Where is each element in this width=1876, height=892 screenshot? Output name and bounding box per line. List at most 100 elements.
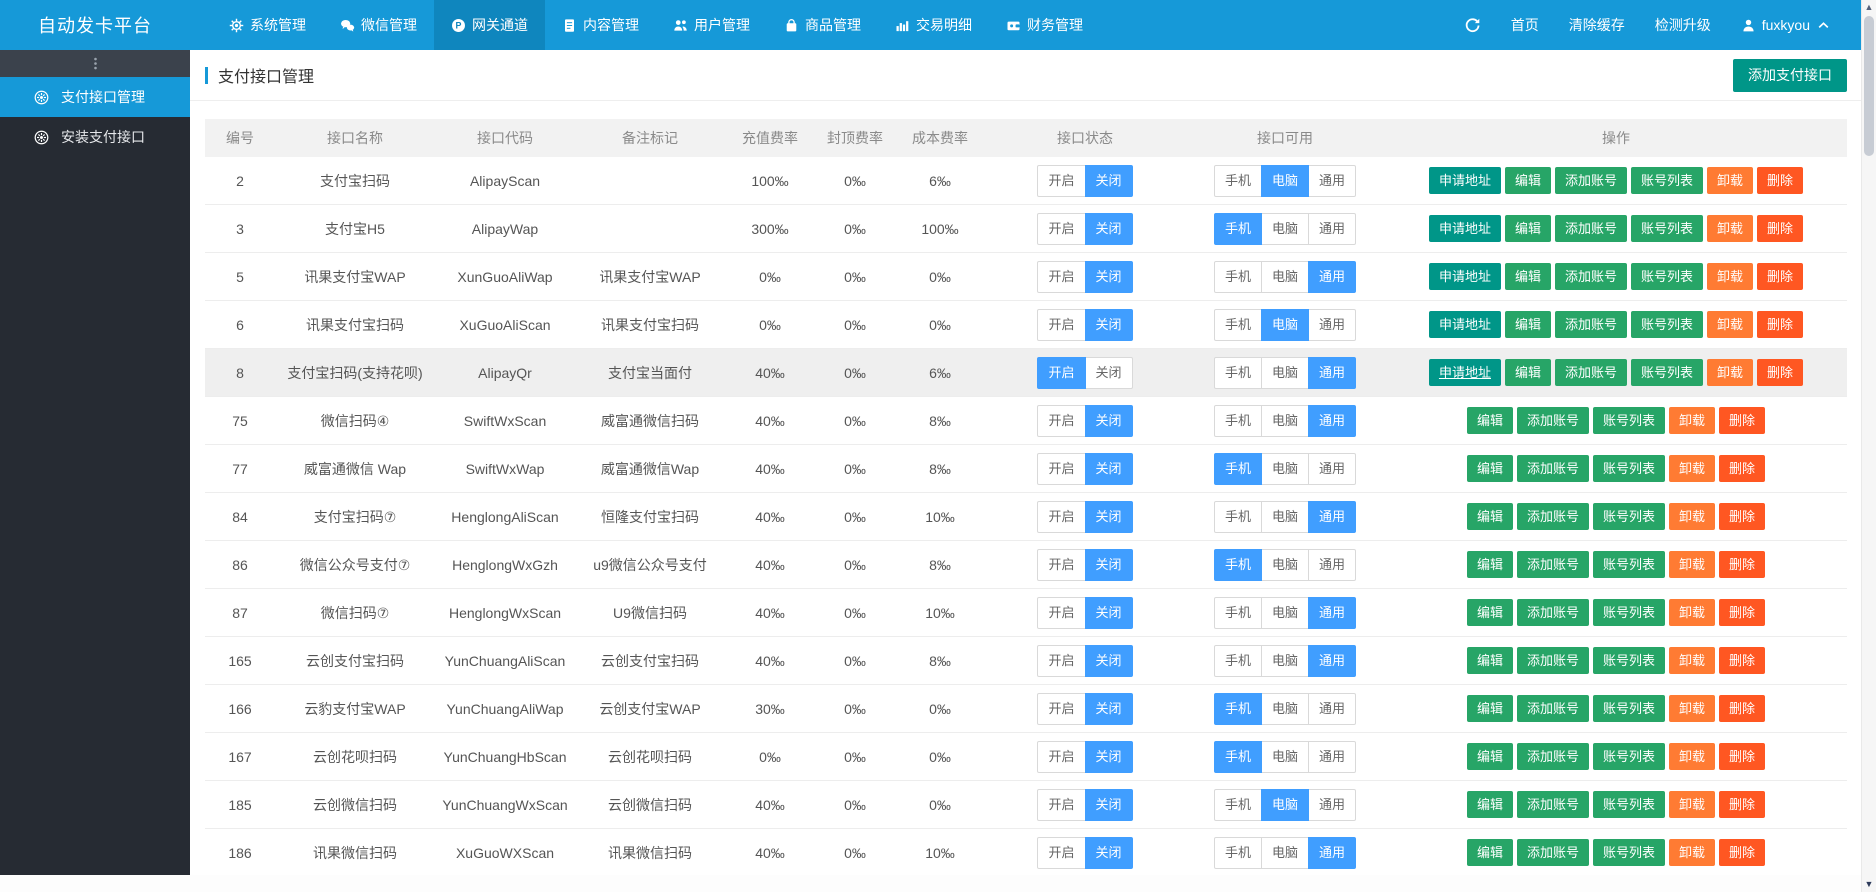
sidebar-item-payment-api-management[interactable]: 支付接口管理 xyxy=(0,77,190,117)
delete-button[interactable]: 删除 xyxy=(1719,551,1766,578)
account-list-button[interactable]: 账号列表 xyxy=(1631,311,1704,338)
status-on-button[interactable]: 开启 xyxy=(1037,404,1086,437)
nav-item-gateway-channel[interactable]: P 网关通道 xyxy=(434,0,545,50)
available-pc-button[interactable]: 电脑 xyxy=(1260,500,1309,533)
nav-item-goods-management[interactable]: 商品管理 xyxy=(767,0,878,50)
available-pc-button[interactable]: 电脑 xyxy=(1260,164,1309,197)
available-pc-button[interactable]: 电脑 xyxy=(1260,644,1309,677)
add-account-button[interactable]: 添加账号 xyxy=(1554,167,1627,194)
nav-item-finance-management[interactable]: 财务管理 xyxy=(989,0,1100,50)
edit-button[interactable]: 编辑 xyxy=(1466,455,1513,482)
edit-button[interactable]: 编辑 xyxy=(1466,551,1513,578)
status-off-button[interactable]: 关闭 xyxy=(1084,260,1133,293)
available-phone-button[interactable]: 手机 xyxy=(1213,308,1262,341)
add-account-button[interactable]: 添加账号 xyxy=(1516,743,1589,770)
delete-button[interactable]: 删除 xyxy=(1719,455,1766,482)
available-all-button[interactable]: 通用 xyxy=(1308,452,1357,485)
available-pc-button[interactable]: 电脑 xyxy=(1260,788,1309,821)
available-all-button[interactable]: 通用 xyxy=(1308,836,1357,869)
status-off-button[interactable]: 关闭 xyxy=(1084,692,1133,725)
delete-button[interactable]: 删除 xyxy=(1757,359,1804,386)
uninstall-button[interactable]: 卸载 xyxy=(1669,599,1716,626)
status-on-button[interactable]: 开启 xyxy=(1037,596,1086,629)
available-pc-button[interactable]: 电脑 xyxy=(1260,260,1309,293)
sidebar-item-install-payment-api[interactable]: 安装支付接口 xyxy=(0,117,190,157)
delete-button[interactable]: 删除 xyxy=(1719,743,1766,770)
add-account-button[interactable]: 添加账号 xyxy=(1516,551,1589,578)
add-account-button[interactable]: 添加账号 xyxy=(1554,359,1627,386)
add-payment-api-button[interactable]: 添加支付接口 xyxy=(1733,58,1847,92)
add-account-button[interactable]: 添加账号 xyxy=(1516,839,1589,866)
available-pc-button[interactable]: 电脑 xyxy=(1260,740,1309,773)
delete-button[interactable]: 删除 xyxy=(1719,839,1766,866)
status-on-button[interactable]: 开启 xyxy=(1037,308,1086,341)
available-pc-button[interactable]: 电脑 xyxy=(1260,308,1309,341)
status-on-button[interactable]: 开启 xyxy=(1037,548,1086,581)
status-off-button[interactable]: 关闭 xyxy=(1084,548,1133,581)
available-all-button[interactable]: 通用 xyxy=(1308,404,1357,437)
status-off-button[interactable]: 关闭 xyxy=(1084,644,1133,677)
nav-link-clear-cache[interactable]: 清除缓存 xyxy=(1554,0,1640,50)
status-off-button[interactable]: 关闭 xyxy=(1084,356,1133,389)
sidebar-collapse[interactable] xyxy=(0,50,190,77)
edit-button[interactable]: 编辑 xyxy=(1466,647,1513,674)
available-all-button[interactable]: 通用 xyxy=(1308,740,1357,773)
add-account-button[interactable]: 添加账号 xyxy=(1554,263,1627,290)
status-on-button[interactable]: 开启 xyxy=(1037,836,1086,869)
available-phone-button[interactable]: 手机 xyxy=(1213,260,1262,293)
apply-button[interactable]: 申请地址 xyxy=(1428,311,1501,338)
status-on-button[interactable]: 开启 xyxy=(1037,260,1086,293)
edit-button[interactable]: 编辑 xyxy=(1504,311,1551,338)
status-on-button[interactable]: 开启 xyxy=(1037,356,1086,389)
uninstall-button[interactable]: 卸载 xyxy=(1707,359,1754,386)
account-list-button[interactable]: 账号列表 xyxy=(1631,263,1704,290)
nav-item-trade-detail[interactable]: 交易明细 xyxy=(878,0,989,50)
edit-button[interactable]: 编辑 xyxy=(1504,263,1551,290)
add-account-button[interactable]: 添加账号 xyxy=(1516,647,1589,674)
status-off-button[interactable]: 关闭 xyxy=(1084,404,1133,437)
available-all-button[interactable]: 通用 xyxy=(1308,260,1357,293)
apply-button[interactable]: 申请地址 xyxy=(1428,215,1501,242)
uninstall-button[interactable]: 卸载 xyxy=(1669,695,1716,722)
add-account-button[interactable]: 添加账号 xyxy=(1516,791,1589,818)
available-phone-button[interactable]: 手机 xyxy=(1213,212,1262,245)
edit-button[interactable]: 编辑 xyxy=(1504,167,1551,194)
delete-button[interactable]: 删除 xyxy=(1757,311,1804,338)
status-off-button[interactable]: 关闭 xyxy=(1084,740,1133,773)
status-on-button[interactable]: 开启 xyxy=(1037,212,1086,245)
available-all-button[interactable]: 通用 xyxy=(1308,788,1357,821)
account-list-button[interactable]: 账号列表 xyxy=(1592,791,1665,818)
delete-button[interactable]: 删除 xyxy=(1757,263,1804,290)
status-on-button[interactable]: 开启 xyxy=(1037,164,1086,197)
uninstall-button[interactable]: 卸载 xyxy=(1669,839,1716,866)
available-pc-button[interactable]: 电脑 xyxy=(1260,356,1309,389)
horizontal-scrollbar[interactable] xyxy=(0,875,1862,892)
uninstall-button[interactable]: 卸载 xyxy=(1669,503,1716,530)
status-off-button[interactable]: 关闭 xyxy=(1084,212,1133,245)
available-phone-button[interactable]: 手机 xyxy=(1213,788,1262,821)
available-pc-button[interactable]: 电脑 xyxy=(1260,452,1309,485)
available-phone-button[interactable]: 手机 xyxy=(1213,452,1262,485)
status-off-button[interactable]: 关闭 xyxy=(1084,452,1133,485)
account-list-button[interactable]: 账号列表 xyxy=(1592,695,1665,722)
account-list-button[interactable]: 账号列表 xyxy=(1631,215,1704,242)
uninstall-button[interactable]: 卸载 xyxy=(1669,551,1716,578)
apply-button[interactable]: 申请地址 xyxy=(1428,359,1501,386)
edit-button[interactable]: 编辑 xyxy=(1466,695,1513,722)
available-pc-button[interactable]: 电脑 xyxy=(1260,548,1309,581)
delete-button[interactable]: 删除 xyxy=(1757,215,1804,242)
nav-item-wechat-management[interactable]: 微信管理 xyxy=(323,0,434,50)
edit-button[interactable]: 编辑 xyxy=(1466,839,1513,866)
delete-button[interactable]: 删除 xyxy=(1719,647,1766,674)
account-list-button[interactable]: 账号列表 xyxy=(1592,407,1665,434)
status-on-button[interactable]: 开启 xyxy=(1037,644,1086,677)
add-account-button[interactable]: 添加账号 xyxy=(1516,695,1589,722)
account-list-button[interactable]: 账号列表 xyxy=(1592,839,1665,866)
edit-button[interactable]: 编辑 xyxy=(1504,215,1551,242)
available-all-button[interactable]: 通用 xyxy=(1308,500,1357,533)
status-off-button[interactable]: 关闭 xyxy=(1084,788,1133,821)
status-off-button[interactable]: 关闭 xyxy=(1084,836,1133,869)
delete-button[interactable]: 删除 xyxy=(1719,599,1766,626)
available-phone-button[interactable]: 手机 xyxy=(1213,692,1262,725)
account-list-button[interactable]: 账号列表 xyxy=(1631,167,1704,194)
